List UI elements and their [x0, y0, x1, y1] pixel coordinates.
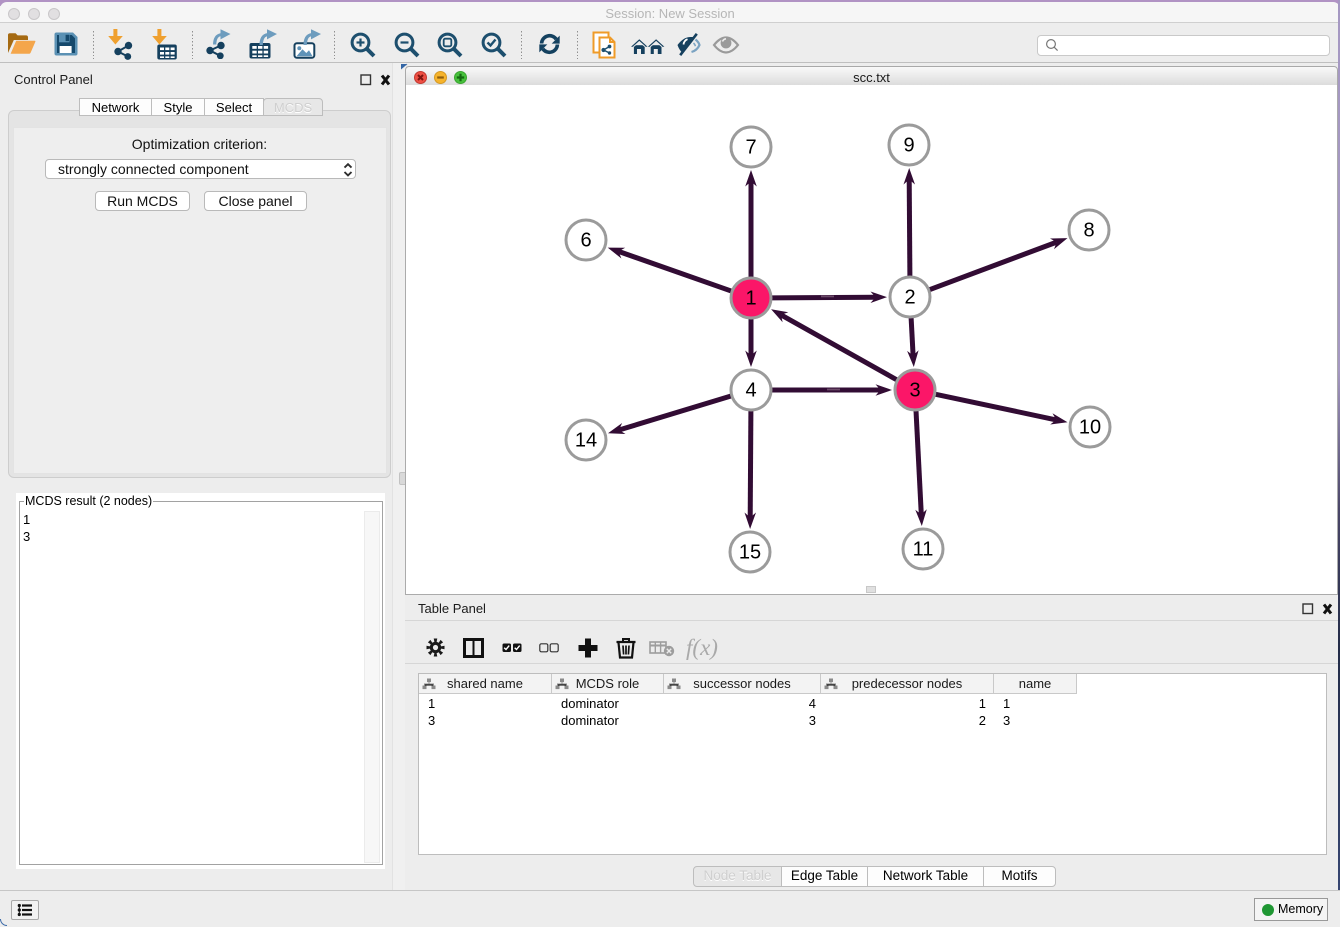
svg-text:2: 2: [904, 287, 915, 309]
svg-text:14: 14: [575, 430, 597, 452]
svg-text:11: 11: [913, 539, 934, 561]
svg-text:3: 3: [909, 380, 920, 402]
svg-text:1: 1: [745, 288, 756, 310]
svg-text:6: 6: [580, 230, 591, 252]
svg-text:7: 7: [745, 137, 756, 159]
svg-text:15: 15: [739, 542, 761, 564]
svg-text:10: 10: [1079, 417, 1101, 439]
svg-text:9: 9: [903, 135, 914, 157]
svg-text:4: 4: [745, 380, 756, 402]
svg-text:8: 8: [1083, 220, 1094, 242]
